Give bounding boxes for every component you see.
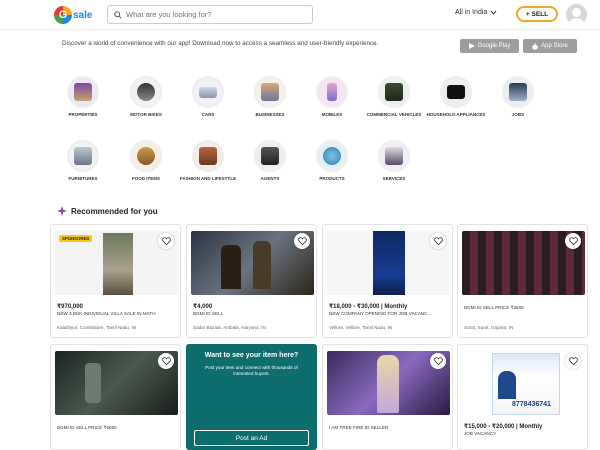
listing-card[interactable]: ₹18,000 - ₹30,000 | Monthly NEW COMPANY …: [322, 224, 453, 338]
location-label: All in India: [455, 9, 488, 16]
category-mobiles[interactable]: MOBILES: [302, 76, 362, 118]
sell-button[interactable]: + SELL: [516, 6, 558, 22]
listing-card[interactable]: BGMI ID SELL PRICE ₹3500 Surat, Surat, G…: [457, 224, 588, 338]
favorite-button[interactable]: [294, 233, 310, 249]
category-icon-properties: [67, 76, 99, 108]
heart-icon: [161, 357, 171, 365]
google-play-button[interactable]: Google Play: [460, 39, 519, 53]
food-icon: [130, 140, 162, 172]
motorbike-icon: [130, 76, 162, 108]
recommended-title: Recommended for you: [71, 206, 158, 216]
favorite-button[interactable]: [158, 353, 174, 369]
handshake-icon: [254, 76, 286, 108]
apple-icon: [532, 42, 538, 50]
heart-icon: [161, 237, 171, 245]
heart-icon: [568, 237, 578, 245]
jobs-icon: [502, 76, 534, 108]
heart-icon: [433, 237, 443, 245]
category-jobs[interactable]: JOBS: [488, 76, 548, 118]
listing-card[interactable]: ₹4,000 BGMI ID SELL Sadar Bazaar, Ambala…: [186, 224, 317, 338]
category-agents[interactable]: AGENTS: [240, 140, 300, 182]
listing-location: Vellore, Vellore, Tamil Nadu, IN: [329, 325, 393, 330]
listing-title: I AM FREE FIRE ID SELLER: [329, 425, 389, 430]
category-commercial-vehicles[interactable]: COMMERCIAL VEHICLES: [364, 76, 424, 118]
listing-card[interactable]: 8778436741 ₹15,000 - ₹20,000 | Monthly J…: [457, 344, 588, 450]
listing-location: Surat, Surat, Gujarat, IN: [464, 325, 514, 330]
sparkle-icon: [57, 206, 67, 216]
promo-text: Post your item and connect with thousand…: [205, 365, 298, 376]
favorite-button[interactable]: [158, 233, 174, 249]
category-properties[interactable]: PROPERTIES: [53, 76, 113, 118]
category-furnitures[interactable]: FURNITURES: [53, 140, 113, 182]
app-store-button[interactable]: App Store: [523, 39, 577, 53]
job-poster-phone: 8778436741: [512, 401, 551, 408]
heart-icon: [297, 237, 307, 245]
logo[interactable]: G sale: [54, 5, 94, 25]
agent-icon: [254, 140, 286, 172]
chevron-down-icon: [490, 10, 497, 15]
listing-title: BGMI ID SELL: [193, 311, 224, 316]
listing-title: JOB VACANCY: [464, 431, 497, 436]
listing-title: BGMI ID SELL PRICE ₹6000: [57, 425, 117, 430]
furniture-icon: [67, 140, 99, 172]
logo-mark: G: [54, 6, 72, 24]
mobile-phone-icon: [316, 76, 348, 108]
car-icon: [192, 76, 224, 108]
header: G sale All in India + SELL: [0, 0, 600, 30]
sponsored-badge: SPONSORED: [59, 235, 93, 242]
listing-title: NEW COMPANY OPENING FOR JOB VACANC...: [329, 311, 432, 316]
truck-icon: [378, 76, 410, 108]
post-ad-promo: Want to see your item here? Post your it…: [186, 344, 317, 450]
category-cars[interactable]: CARS: [178, 76, 238, 118]
promo-heading: Want to see your item here?: [204, 352, 299, 359]
products-icon: [316, 140, 348, 172]
listing-location: Kalathiyur, Coimbatore, Tamil Nadu, IN: [57, 325, 137, 330]
favorite-button[interactable]: [565, 353, 581, 369]
app-banner-text: Discover a world of convenience with our…: [62, 40, 379, 47]
listing-title: BGMI ID SELL PRICE ₹3500: [464, 305, 524, 310]
listing-price: ₹970,000: [57, 304, 83, 310]
heart-icon: [568, 357, 578, 365]
category-businesses[interactable]: BUSINESSES: [240, 76, 300, 118]
category-household-appliances[interactable]: HOUSEHOLD APPLIANCES: [426, 76, 486, 118]
play-store-icon: [468, 43, 475, 49]
search-input[interactable]: [126, 10, 306, 19]
search-bar[interactable]: [107, 5, 313, 24]
app-store-label: App Store: [541, 43, 568, 49]
tv-icon: [440, 76, 472, 108]
category-food-items[interactable]: FOOD ITEMS: [116, 140, 176, 182]
listing-price: ₹4,000: [193, 304, 213, 310]
listing-price: ₹18,000 - ₹30,000 | Monthly: [329, 304, 408, 310]
google-play-label: Google Play: [477, 43, 511, 49]
category-motor-bikes[interactable]: MOTOR BIKES: [116, 76, 176, 118]
logo-text: sale: [73, 9, 93, 21]
post-ad-button[interactable]: Post an Ad: [194, 430, 309, 446]
category-products[interactable]: PRODUCTS: [302, 140, 362, 182]
services-icon: [378, 140, 410, 172]
category-services[interactable]: SERVICES: [364, 140, 424, 182]
recommended-heading: Recommended for you: [57, 206, 158, 216]
listing-card[interactable]: I AM FREE FIRE ID SELLER: [322, 344, 453, 450]
listing-title: NEW 3 BHK INDIVIDUAL VILLA SALE IN MATH: [57, 311, 156, 316]
favorite-button[interactable]: [565, 233, 581, 249]
search-icon: [114, 10, 122, 19]
listing-location: Sadar Bazaar, Ambala, Haryana, IN: [193, 325, 266, 330]
location-selector[interactable]: All in India: [455, 9, 497, 16]
listing-card[interactable]: BGMI ID SELL PRICE ₹6000: [50, 344, 181, 450]
favorite-button[interactable]: [430, 353, 446, 369]
heart-icon: [433, 357, 443, 365]
avatar[interactable]: [566, 4, 587, 25]
fashion-icon: [192, 140, 224, 172]
listing-card[interactable]: SPONSORED ₹970,000 NEW 3 BHK INDIVIDUAL …: [50, 224, 181, 338]
listing-price: ₹15,000 - ₹20,000 | Monthly: [464, 424, 543, 430]
category-fashion-and-lifestyle[interactable]: FASHION AND LIFESTYLE: [178, 140, 238, 182]
favorite-button[interactable]: [430, 233, 446, 249]
